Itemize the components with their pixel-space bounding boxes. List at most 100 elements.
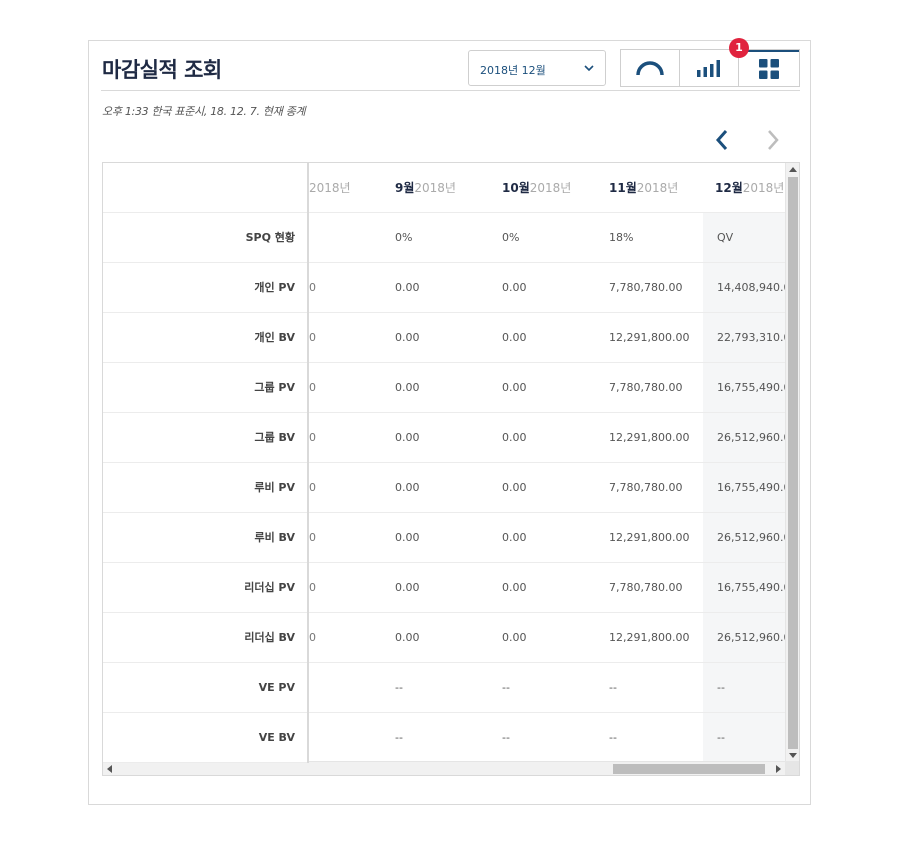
table-cell: -- <box>502 731 510 744</box>
column-header: 11월2018년 <box>609 181 679 195</box>
table-cell: -- <box>502 681 510 694</box>
table-cell: 16,755,490.00 <box>717 381 787 394</box>
table-cell: 0.00 <box>395 281 420 294</box>
table-cell: 7,780,780.00 <box>609 281 683 294</box>
table-cell: 7,780,780.00 <box>609 381 683 394</box>
table-cell: 0% <box>395 231 413 244</box>
table-cell: 0.00 <box>395 381 420 394</box>
table-cell: 18% <box>609 231 634 244</box>
table-row: 0 0.00 0.00 12,291,800.00 26,512,960.00 <box>309 513 787 563</box>
table-row: 0 0.00 0.00 7,780,780.00 16,755,490.00 <box>309 563 787 613</box>
partial-cell: 0 <box>309 481 316 494</box>
table-row: -- -- -- -- <box>309 663 787 713</box>
widget-title: 마감실적 조회 <box>102 58 222 82</box>
partial-cell: 0 <box>309 331 316 344</box>
table-cell: 0.00 <box>502 581 527 594</box>
table-cell: -- <box>717 681 725 694</box>
scroll-left-icon[interactable] <box>107 765 113 773</box>
vertical-scroll-thumb[interactable] <box>788 177 798 749</box>
table-cell: 0.00 <box>502 281 527 294</box>
title-divider <box>101 90 800 91</box>
gauge-view-button[interactable] <box>621 50 680 86</box>
table-row: 0 0.00 0.00 7,780,780.00 16,755,490.00 <box>309 363 787 413</box>
table-cell: -- <box>395 731 403 744</box>
month-select[interactable]: 2018년 12월 <box>468 50 606 86</box>
table-row: 0 0.00 0.00 12,291,800.00 26,512,960.00 <box>309 613 787 663</box>
table-row: -- -- -- -- <box>309 713 787 763</box>
bar-chart-icon <box>697 60 720 77</box>
table-cell: 7,780,780.00 <box>609 481 683 494</box>
table-row: 0 0.00 0.00 7,780,780.00 14,408,940.00 <box>309 263 787 313</box>
horizontal-scrollbar[interactable] <box>103 761 787 775</box>
column-header: 9월2018년 <box>395 181 456 195</box>
row-label: VE PV <box>103 663 307 713</box>
chevron-down-icon <box>584 65 594 72</box>
table-cell: -- <box>609 731 617 744</box>
table-cell: 0.00 <box>395 331 420 344</box>
table-cell: 0.00 <box>395 481 420 494</box>
column-header: 10월2018년 <box>502 181 572 195</box>
table-cell: 0.00 <box>395 431 420 444</box>
table-cell: 7,780,780.00 <box>609 581 683 594</box>
data-grid: SPQ 현황 개인 PV 개인 BV 그룹 PV 그룹 BV 루비 PV 루비 … <box>102 162 800 776</box>
column-header: 12월2018년 <box>715 181 785 195</box>
table-row: 0% 0% 18% QV <box>309 213 787 263</box>
grid-view-button[interactable] <box>739 50 799 86</box>
table-cell: 16,755,490.00 <box>717 581 787 594</box>
table-cell: 22,793,310.00 <box>717 331 787 344</box>
row-label: 그룹 PV <box>103 363 307 413</box>
row-label: 리더십 PV <box>103 563 307 613</box>
partial-cell: 0 <box>309 631 316 644</box>
table-row: 0 0.00 0.00 12,291,800.00 22,793,310.00 <box>309 313 787 363</box>
row-label: SPQ 현황 <box>103 213 307 263</box>
performance-widget: 마감실적 조회 2018년 12월 1 오후 1:33 한국 표준시, 18. … <box>88 38 811 805</box>
row-label: 그룹 BV <box>103 413 307 463</box>
partial-cell: 0 <box>309 431 316 444</box>
notification-badge: 1 <box>729 38 749 58</box>
table-cell: 12,291,800.00 <box>609 531 690 544</box>
table-cell: 16,755,490.00 <box>717 481 787 494</box>
partial-column-header: 2018년 <box>309 181 351 195</box>
scroll-up-icon[interactable] <box>789 167 797 173</box>
header-row: 2018년 9월2018년 10월2018년 11월2018년 12월2018년 <box>309 163 787 213</box>
vertical-scrollbar[interactable] <box>785 163 799 763</box>
partial-cell: 0 <box>309 381 316 394</box>
partial-cell: 0 <box>309 281 316 294</box>
table-cell: 0.00 <box>395 581 420 594</box>
table-cell: 14,408,940.00 <box>717 281 787 294</box>
timestamp-text: 오후 1:33 한국 표준시, 18. 12. 7. 현재 종계 <box>102 105 306 118</box>
month-select-value: 2018년 12월 <box>480 64 546 77</box>
table-cell: 0.00 <box>395 631 420 644</box>
row-label: 리더십 BV <box>103 613 307 663</box>
table-cell: 12,291,800.00 <box>609 431 690 444</box>
scroll-down-icon[interactable] <box>789 753 797 759</box>
table-cell: 0.00 <box>502 381 527 394</box>
table-row: 0 0.00 0.00 7,780,780.00 16,755,490.00 <box>309 463 787 513</box>
table-cell: 0.00 <box>502 531 527 544</box>
partial-cell: 0 <box>309 581 316 594</box>
table-cell: 0% <box>502 231 520 244</box>
table-cell: 26,512,960.00 <box>717 531 787 544</box>
row-label: 개인 BV <box>103 313 307 363</box>
grid-icon <box>759 59 779 79</box>
gauge-icon <box>636 61 664 76</box>
partial-cell: 0 <box>309 531 316 544</box>
row-label: 개인 PV <box>103 263 307 313</box>
table-cell: QV <box>717 231 734 244</box>
table-cell: -- <box>717 731 725 744</box>
scrollable-data-area[interactable]: 2018년 9월2018년 10월2018년 11월2018년 12월2018년… <box>309 163 787 763</box>
bar-chart-view-button[interactable] <box>680 50 739 86</box>
corner-header <box>103 163 307 213</box>
table-cell: 12,291,800.00 <box>609 331 690 344</box>
table-cell: 12,291,800.00 <box>609 631 690 644</box>
row-label: 루비 PV <box>103 463 307 513</box>
table-cell: 0.00 <box>502 331 527 344</box>
table-cell: -- <box>609 681 617 694</box>
view-toggle-group <box>620 49 800 87</box>
chevron-left-icon[interactable] <box>711 127 733 153</box>
row-label: 루비 BV <box>103 513 307 563</box>
horizontal-scroll-thumb[interactable] <box>613 764 765 774</box>
table-cell: 0.00 <box>502 631 527 644</box>
chevron-right-icon[interactable] <box>762 127 784 153</box>
scroll-right-icon[interactable] <box>776 765 782 773</box>
